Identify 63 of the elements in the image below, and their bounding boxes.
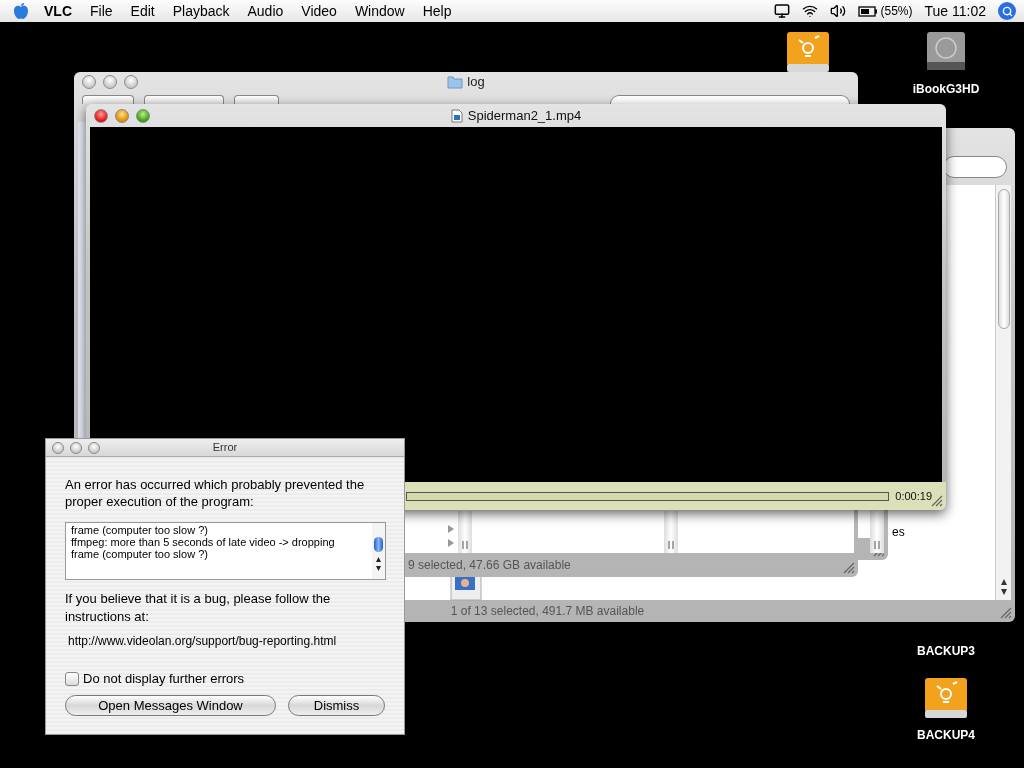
checkbox-label[interactable]: Do not display further errors bbox=[83, 669, 245, 689]
log-line: frame (computer too slow ?) bbox=[71, 548, 209, 560]
close-button[interactable] bbox=[52, 441, 64, 454]
dialog-button[interactable]: Dismiss bbox=[288, 694, 385, 716]
search-field[interactable] bbox=[610, 95, 850, 104]
log-line: frame (computer too slow ?) bbox=[71, 524, 209, 536]
spotlight-search-icon[interactable] bbox=[998, 2, 1016, 20]
display-icon[interactable] bbox=[774, 3, 791, 19]
clock[interactable]: Tue 11:02 bbox=[924, 0, 986, 22]
menu-item[interactable]: File bbox=[90, 0, 113, 22]
dialog-button[interactable]: Open Messages Window bbox=[65, 694, 276, 716]
bug-instructions: If you believe that it is a bug, please follow the instructions at: bbox=[65, 590, 332, 626]
desktop-icon-label[interactable]: iBookG3HD bbox=[912, 80, 980, 98]
menu-item[interactable]: VLC bbox=[44, 0, 72, 22]
status-text: 9 selected, 47.66 GB available bbox=[408, 557, 571, 574]
movie-file-icon bbox=[450, 108, 463, 123]
back-forward-button[interactable] bbox=[82, 95, 134, 104]
scroll-bar[interactable] bbox=[372, 523, 385, 579]
menu-item[interactable]: Window bbox=[354, 0, 405, 22]
wifi-icon[interactable] bbox=[802, 3, 819, 19]
column-scroll-bar[interactable] bbox=[664, 511, 678, 553]
battery-icon[interactable] bbox=[858, 5, 879, 17]
minimize-button[interactable] bbox=[70, 441, 82, 454]
log-line: ffmpeg: more than 5 seconds of late video -> dropping bbox=[71, 536, 336, 548]
menu-item[interactable]: Help bbox=[422, 0, 452, 22]
menu-item[interactable]: Edit bbox=[130, 0, 155, 22]
desktop-icon-label[interactable]: BACKUP3 bbox=[917, 642, 975, 660]
menu-item[interactable]: Playback bbox=[172, 0, 230, 22]
error-message: An error has occurred which probably prevented the proper execution of the program: bbox=[65, 476, 366, 510]
action-button[interactable] bbox=[234, 95, 279, 104]
menu-item[interactable]: Video bbox=[301, 0, 337, 22]
resize-grip-icon[interactable] bbox=[841, 560, 855, 574]
checkbox[interactable] bbox=[65, 671, 79, 686]
bug-report-url[interactable]: http://www.videolan.org/support/bug-reporting.html bbox=[68, 632, 385, 650]
apple-icon[interactable] bbox=[13, 2, 29, 20]
scroll-arrows-icon[interactable] bbox=[999, 578, 1008, 596]
scroll-bar[interactable] bbox=[995, 185, 1011, 600]
window-title: Spiderman2_1.mp4 bbox=[467, 106, 582, 125]
dialog-title: Error bbox=[212, 440, 238, 456]
zoom-button[interactable] bbox=[136, 108, 150, 123]
close-button[interactable] bbox=[82, 75, 96, 89]
scroll-arrows-icon[interactable] bbox=[375, 555, 382, 573]
view-buttons[interactable] bbox=[144, 95, 224, 104]
zoom-button[interactable] bbox=[88, 441, 100, 454]
desktop-icon-label[interactable]: BACKUP4 bbox=[917, 726, 975, 744]
close-button[interactable] bbox=[94, 108, 108, 123]
resize-grip-icon[interactable] bbox=[998, 605, 1012, 619]
search-field[interactable] bbox=[943, 155, 1007, 178]
elapsed-time: 0:00:19 bbox=[895, 488, 932, 504]
column-scroll-bar[interactable] bbox=[458, 511, 472, 553]
minimize-button[interactable] bbox=[103, 75, 117, 89]
volume-icon[interactable] bbox=[830, 3, 847, 19]
scroll-thumb[interactable] bbox=[374, 537, 383, 552]
status-text: 1 of 13 selected, 491.7 MB available bbox=[450, 603, 645, 620]
minimize-button[interactable] bbox=[115, 108, 129, 123]
column-scroll-bar[interactable] bbox=[870, 511, 884, 553]
battery-percent: (55%) bbox=[880, 3, 913, 20]
file-name[interactable]: es bbox=[892, 523, 905, 541]
menu-item[interactable]: Audio bbox=[247, 0, 284, 22]
zoom-button[interactable] bbox=[124, 75, 138, 89]
window-title: log bbox=[467, 73, 485, 92]
folder-icon bbox=[447, 75, 464, 89]
progress-track[interactable] bbox=[406, 491, 890, 501]
